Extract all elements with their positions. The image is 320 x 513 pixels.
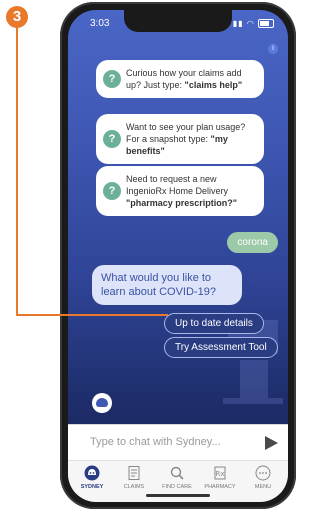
tip-keyword: "claims help" <box>184 80 243 90</box>
claims-document-icon <box>128 466 140 480</box>
bot-message: What would you like to learn about COVID… <box>92 265 242 305</box>
tab-menu[interactable]: MENU <box>243 465 283 490</box>
tab-label: FIND CARE <box>162 484 192 490</box>
question-icon: ? <box>103 70 121 88</box>
question-icon: ? <box>103 182 121 200</box>
callout-connector-vertical <box>16 26 18 316</box>
question-icon: ? <box>103 130 121 148</box>
home-indicator <box>146 494 210 497</box>
tab-label: PHARMACY <box>204 484 236 490</box>
menu-dots-icon <box>255 465 271 481</box>
battery-icon <box>258 19 274 29</box>
tip-card-claims[interactable]: ? Curious how your claims add up? Just t… <box>96 60 264 98</box>
tab-label: MENU <box>254 484 272 490</box>
status-time: 3:03 <box>90 18 110 29</box>
svg-text:Rx: Rx <box>215 470 224 478</box>
chat-input-bar: Type to chat with Sydney... <box>68 424 288 461</box>
chat-input[interactable]: Type to chat with Sydney... <box>90 436 221 448</box>
tab-sydney[interactable]: SYDNEY <box>72 465 112 490</box>
wifi-icon: ◠ <box>246 19 255 28</box>
info-icon[interactable]: i <box>268 44 278 54</box>
tip-card-benefits[interactable]: ? Want to see your plan usage? For a sna… <box>96 114 264 164</box>
tab-label: CLAIMS <box>123 484 145 490</box>
tip-text: Need to request a new IngenioRx Home Del… <box>126 174 229 196</box>
tip-keyword: "pharmacy prescription?" <box>126 198 238 208</box>
sydney-bot-icon <box>84 465 100 481</box>
quick-reply-try-assessment-tool[interactable]: Try Assessment Tool <box>164 337 278 358</box>
search-icon <box>170 466 184 480</box>
phone-screen: 3:03 ▮▮ ◠ i ? Curious how your claims ad… <box>68 10 288 502</box>
send-icon[interactable] <box>265 436 278 450</box>
user-message: corona <box>227 232 278 253</box>
status-icons: ▮▮ ◠ <box>232 19 274 29</box>
tab-label: SYDNEY <box>80 484 104 490</box>
callout-connector-horizontal <box>16 314 168 316</box>
quick-reply-up-to-date-details[interactable]: Up to date details <box>164 313 264 334</box>
tab-pharmacy[interactable]: Rx PHARMACY <box>200 465 240 490</box>
sydney-avatar <box>92 393 112 413</box>
tab-find-care[interactable]: FIND CARE <box>157 465 197 490</box>
phone-notch <box>124 10 232 32</box>
signal-icon: ▮▮ <box>232 19 244 28</box>
step-number-badge: 3 <box>6 6 28 28</box>
tip-card-pharmacy[interactable]: ? Need to request a new IngenioRx Home D… <box>96 166 264 216</box>
pharmacy-icon: Rx <box>214 466 226 480</box>
tab-claims[interactable]: CLAIMS <box>114 465 154 490</box>
